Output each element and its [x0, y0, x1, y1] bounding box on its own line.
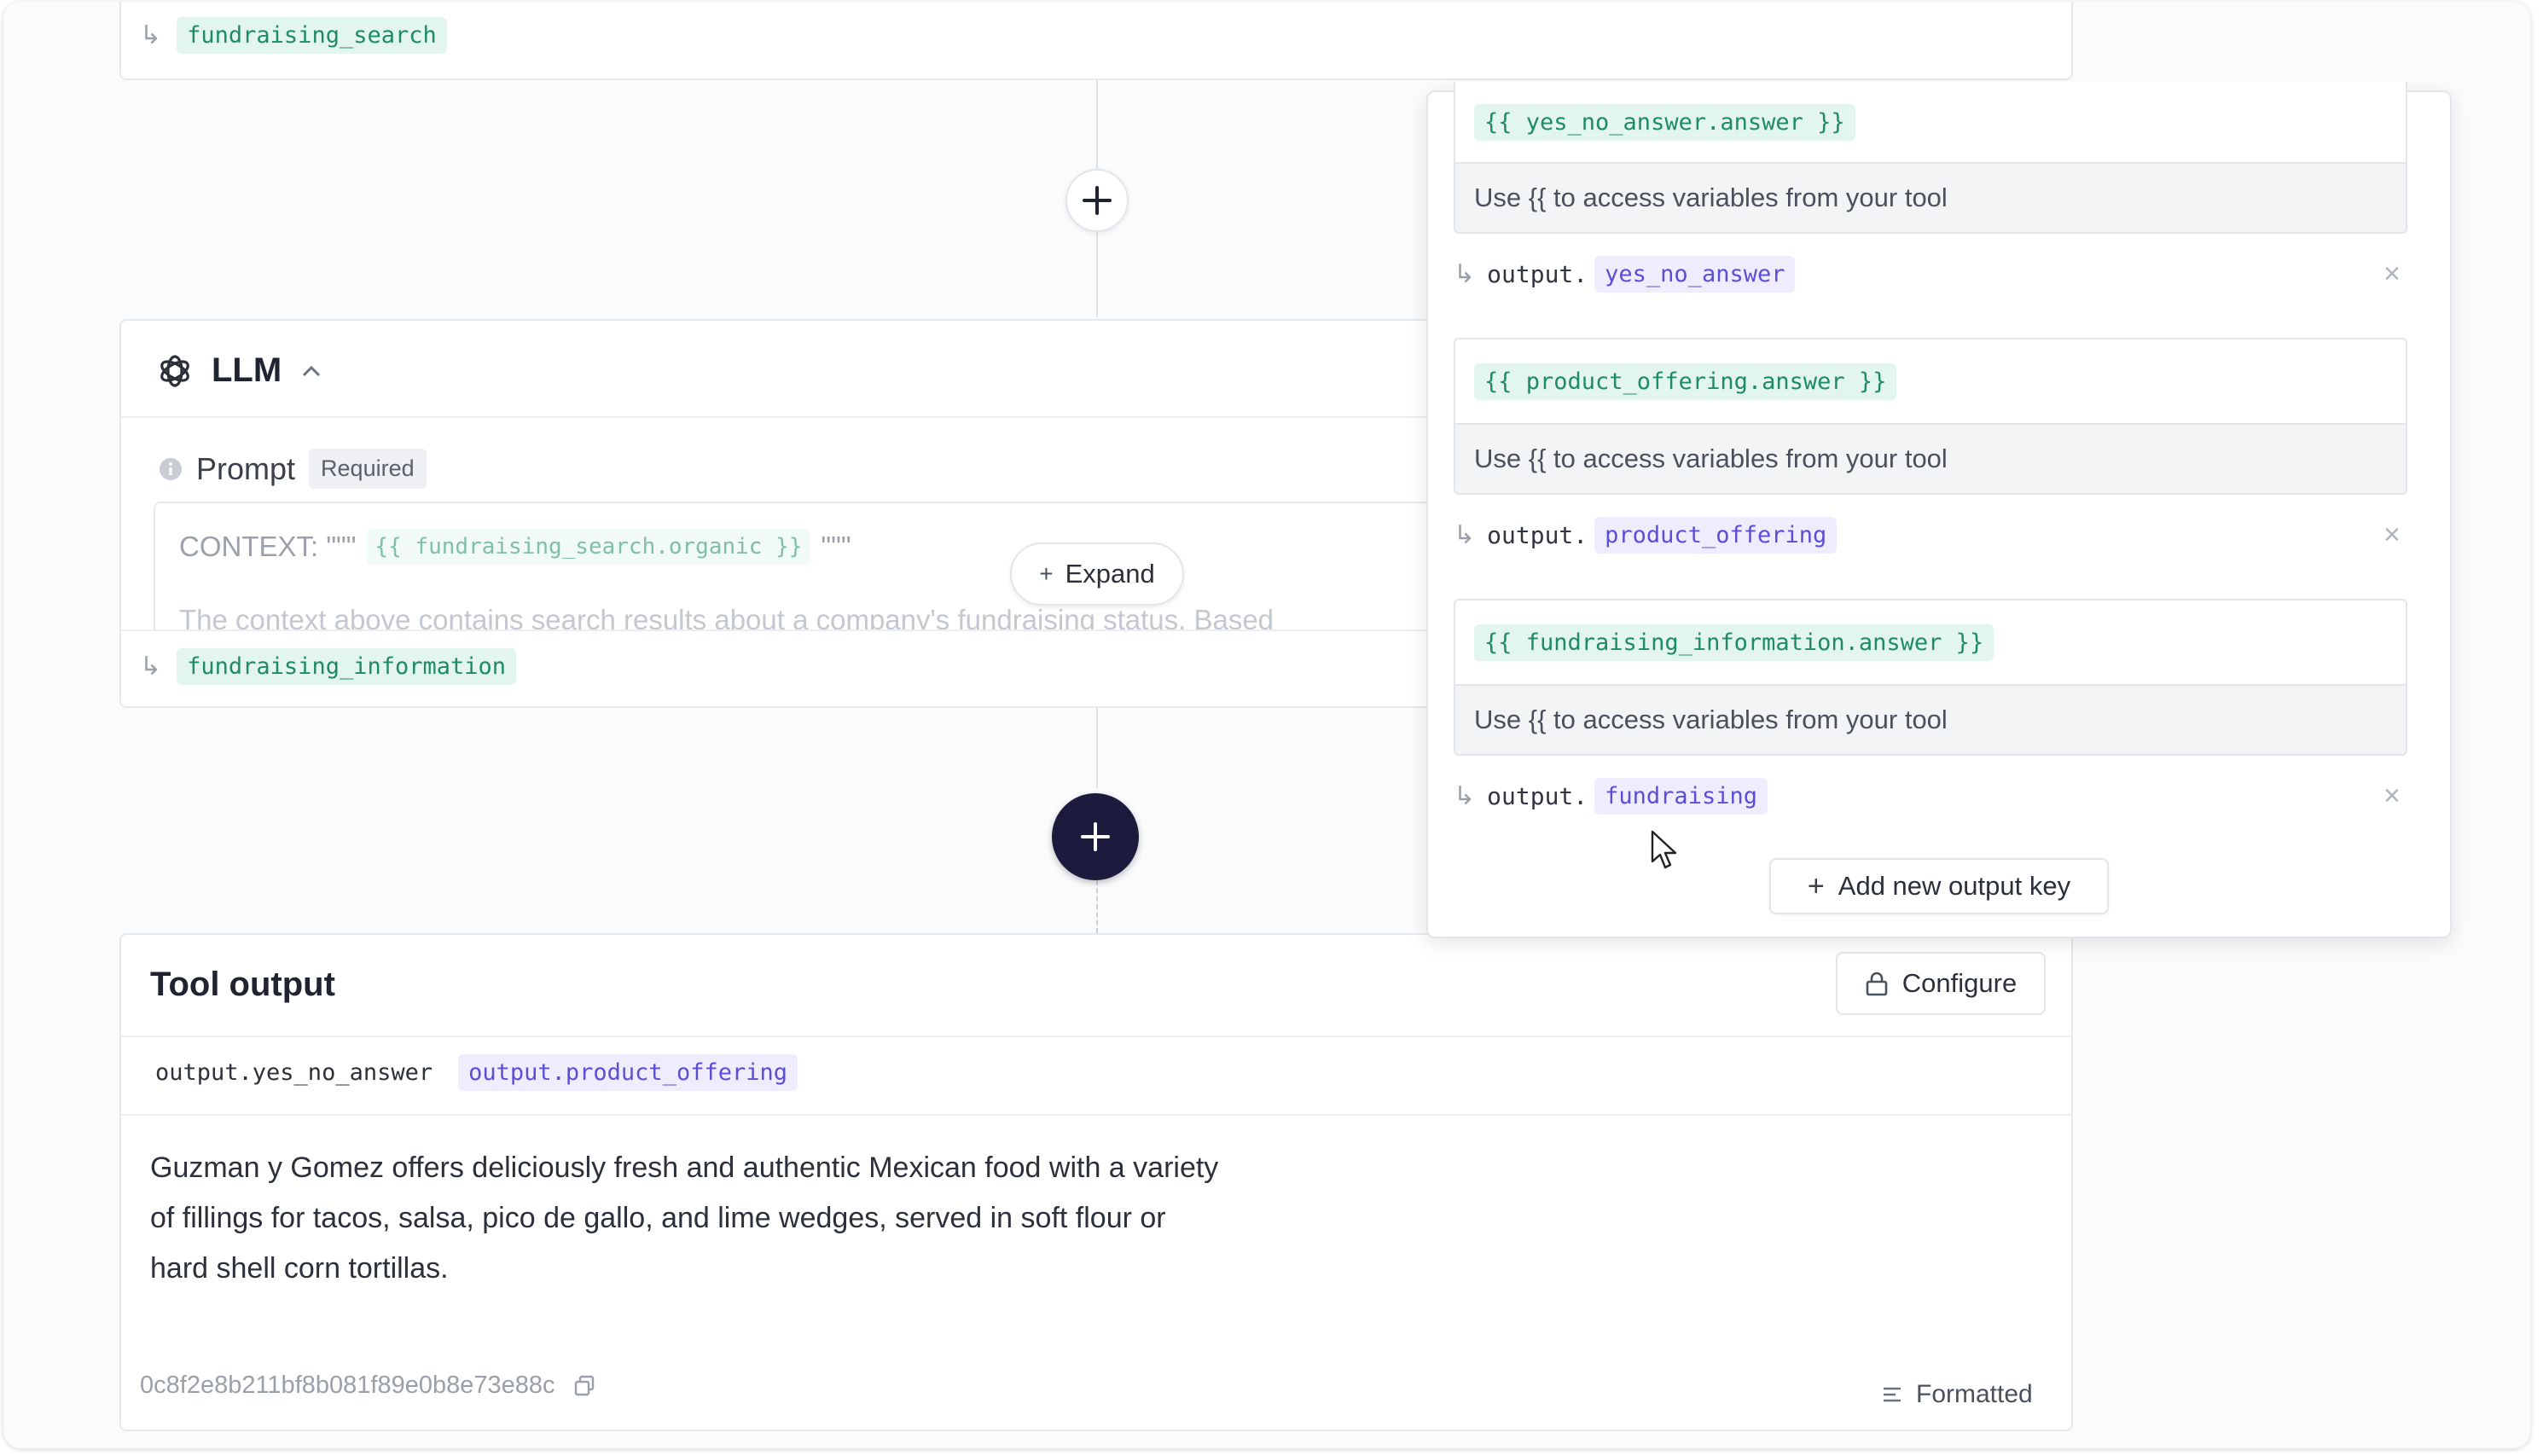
output-prefix: output.	[1487, 520, 1588, 549]
variable-hint: Use {{ to access variables from your too…	[1454, 686, 2407, 756]
output-variable-chip[interactable]: fundraising_information	[177, 648, 517, 685]
formatted-toggle[interactable]: Formatted	[1882, 1380, 2033, 1409]
formatted-label: Formatted	[1916, 1380, 2033, 1408]
canvas: ↳ fundraising_search LLM Prompt Required	[3, 2, 2530, 1448]
output-arrow-icon: ↳	[140, 653, 162, 681]
add-step-button[interactable]	[1052, 793, 1139, 880]
prompt-label: Prompt	[196, 450, 296, 486]
prompt-faded-text: The context above contains search result…	[179, 604, 1274, 631]
tool-output-title: Tool output	[150, 966, 335, 1003]
output-arrow-icon: ↳	[140, 21, 162, 49]
output-key-chip[interactable]: fundraising	[1594, 777, 1768, 815]
output-key-chip[interactable]: product_offering	[1594, 516, 1838, 554]
configure-button[interactable]: Configure	[1836, 952, 2046, 1015]
mouse-cursor-icon	[1651, 830, 1677, 869]
output-key-chip[interactable]: yes_no_answer	[1594, 255, 1796, 293]
plus-icon: +	[1039, 560, 1054, 587]
template-input[interactable]: {{ fundraising_information.answer }}	[1454, 599, 2407, 686]
output-arrow-icon: ↳	[1454, 520, 1476, 549]
add-step-button[interactable]	[1065, 169, 1129, 232]
info-icon	[160, 457, 182, 480]
plus-icon	[1081, 822, 1110, 851]
output-key-row: ↳ output. fundraising ×	[1454, 774, 2407, 817]
prompt-variable-chip: {{ fundraising_search.organic }}	[366, 529, 811, 565]
add-output-key-button[interactable]: + Add new output key	[1769, 858, 2109, 914]
lines-icon	[1884, 1387, 1901, 1402]
copy-icon[interactable]	[572, 1374, 596, 1398]
expand-button[interactable]: + Expand	[1010, 542, 1184, 606]
tab-output-yes-no-answer[interactable]: output.yes_no_answer	[147, 1054, 441, 1091]
close-icon[interactable]: ×	[2383, 259, 2401, 288]
chevron-up-icon[interactable]	[300, 363, 322, 380]
lock-icon	[1866, 972, 1888, 996]
output-arrow-icon: ↳	[1454, 259, 1476, 288]
connector-line	[1096, 880, 1098, 933]
expand-label: Expand	[1065, 559, 1155, 589]
configure-label: Configure	[1901, 968, 2018, 998]
prompt-context-prefix: CONTEXT: """	[179, 531, 357, 562]
output-key-row: ↳ output. yes_no_answer ×	[1454, 252, 2407, 295]
variable-hint: Use {{ to access variables from your too…	[1454, 164, 2407, 234]
output-hash: 0c8f2e8b211bf8b081f89e0b8e73e88c	[140, 1372, 555, 1399]
output-key-row: ↳ output. product_offering ×	[1454, 513, 2407, 556]
close-icon[interactable]: ×	[2383, 781, 2401, 810]
output-arrow-icon: ↳	[1454, 781, 1476, 810]
output-prefix: output.	[1487, 259, 1588, 288]
template-variable-chip: {{ fundraising_information.answer }}	[1474, 624, 1994, 661]
plus-icon: +	[1807, 869, 1825, 902]
prompt-editor[interactable]: CONTEXT: """ {{ fundraising_search.organ…	[154, 502, 1522, 631]
variable-hint: Use {{ to access variables from your too…	[1454, 425, 2407, 495]
add-output-key-label: Add new output key	[1838, 871, 2071, 901]
search-node-card[interactable]: ↳ fundraising_search	[119, 2, 2073, 80]
openai-logo-icon	[160, 354, 189, 387]
connector-line	[1096, 706, 1098, 788]
output-variable-chip[interactable]: fundraising_search	[177, 17, 447, 54]
plus-icon	[1083, 186, 1112, 215]
required-badge: Required	[309, 449, 427, 489]
prompt-context-suffix: """	[821, 531, 851, 562]
tool-output-card: Tool output Configure output.yes_no_answ…	[119, 933, 2073, 1431]
close-icon[interactable]: ×	[2383, 520, 2401, 549]
template-variable-chip: {{ product_offering.answer }}	[1474, 363, 1897, 400]
output-prefix: output.	[1487, 781, 1588, 810]
template-variable-chip: {{ yes_no_answer.answer }}	[1474, 103, 1855, 141]
llm-title: LLM	[212, 351, 282, 389]
tool-output-body-text: Guzman y Gomez offers deliciously fresh …	[150, 1151, 1219, 1285]
template-input[interactable]: {{ yes_no_answer.answer }}	[1454, 82, 2407, 164]
template-input[interactable]: {{ product_offering.answer }}	[1454, 338, 2407, 425]
tab-output-product-offering[interactable]: output.product_offering	[458, 1054, 798, 1091]
